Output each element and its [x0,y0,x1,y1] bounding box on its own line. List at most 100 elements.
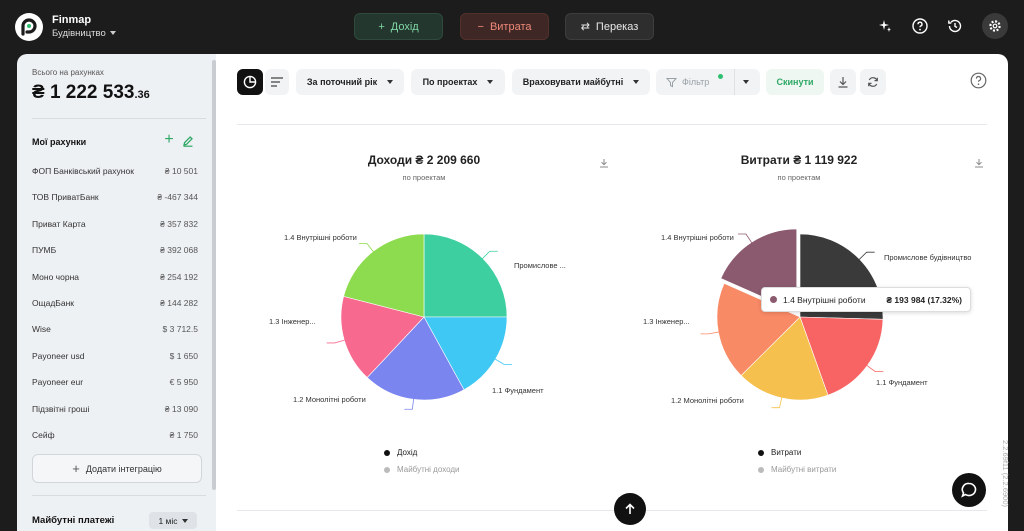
legend-label: Майбутні доходи [397,465,460,474]
divider [237,510,987,511]
account-row[interactable]: Підзвітні гроші ₴ 13 090 [32,402,198,416]
arrow-up-icon [625,503,635,514]
account-balance: ₴ 144 282 [160,298,198,308]
account-name: ФОП Банківський рахунок [32,166,134,176]
account-balance: € 5 950 [169,377,198,388]
future-period-select[interactable]: 1 міс [149,512,197,529]
settings-button[interactable] [982,13,1008,39]
legend-dot [758,449,764,456]
accounts-sidebar: Всього на рахунках ₴ 1 222 533.36 Мої ра… [17,54,216,531]
account-row[interactable]: Payoneer eur € 5 950 [32,375,198,389]
income-slice-label: 1.3 Інженер... [269,317,316,326]
expense-slice-label: 1.4 Внутрішні роботи [661,233,734,242]
legend-label: Майбутні витрати [771,465,837,474]
income-slice-label: 1.1 Фундамент [492,386,544,395]
sparkles-icon[interactable] [875,16,895,36]
accounts-title: Мої рахунки [32,137,87,147]
account-balance: ₴ 1 750 [169,430,198,440]
slice-leader-line [480,250,498,261]
add-account-icon[interactable]: + [161,132,177,148]
slice-leader-line [857,251,875,261]
slice-leader-line [493,357,513,365]
divider [32,118,206,119]
account-row[interactable]: ОщадБанк ₴ 144 282 [32,296,198,310]
workspace-name: Будівництво [52,28,106,39]
minus-icon: − [477,20,484,33]
income-slice-label: Промислове ... [514,261,566,270]
future-income-legend-item[interactable]: Майбутні доходи [384,465,460,474]
account-balance: $ 3 712.5 [162,324,198,335]
future-payments-title: Майбутні платежі [32,515,115,526]
expense-slice-label: 1.2 Монолітні роботи [671,396,744,405]
account-row[interactable]: Сейф ₴ 1 750 [32,428,198,442]
chart-tooltip: 1.4 Внутрішні роботи ₴ 193 984 (17.32%) [761,287,971,312]
plus-icon: + [378,20,385,33]
account-row[interactable]: Приват Карта ₴ 357 832 [32,217,198,231]
account-name: Payoneer usd [32,350,85,361]
history-icon[interactable] [945,16,965,36]
account-row[interactable]: ФОП Банківський рахунок ₴ 10 501 [32,164,198,178]
chat-bubble-icon [961,482,977,498]
pie-slice[interactable] [423,233,508,318]
legend-dot [384,466,390,473]
top-bar: Finmap Будівництво + Дохід − Витрата ⇄ Пере… [0,0,1024,52]
slice-leader-line [326,339,347,344]
slice-leader-line [865,364,884,373]
add-integration-button[interactable]: + Додати інтеграцію [32,454,202,483]
account-row[interactable]: Моно чорна ₴ 254 192 [32,270,198,284]
future-period-value: 1 міс [158,515,178,526]
app-version: 2.2.69f11 (2.2.6900) [1001,440,1010,507]
add-income-button[interactable]: + Дохід [354,13,443,40]
help-icon[interactable] [910,16,930,36]
scroll-to-top-button[interactable] [614,493,646,525]
account-name: Wise [32,324,51,335]
account-balance: ₴ -467 344 [157,192,198,203]
legend-label: Дохід [397,448,418,457]
account-name: Payoneer eur [32,377,84,388]
account-row[interactable]: ТОВ ПриватБанк ₴ -467 344 [32,190,198,204]
total-balance-value: ₴ 1 222 533.36 [32,82,150,104]
income-slice-label: 1.2 Монолітні роботи [293,395,366,404]
expense-slice-label: 1.1 Фундамент [876,378,928,387]
tooltip-color-dot [770,296,777,303]
add-integration-label: Додати інтеграцію [85,463,162,474]
account-balance: $ 1 650 [169,350,198,361]
expense-slice-label: 1.3 Інженер... [643,317,690,326]
total-balance-cents: .36 [134,89,150,101]
support-chat-button[interactable] [952,473,986,507]
account-balance: ₴ 392 068 [160,245,198,256]
account-name: Підзвітні гроші [32,403,90,414]
expense-legend-item[interactable]: Витрати [758,448,801,457]
account-name: Моно чорна [32,271,79,282]
account-row[interactable]: Payoneer usd $ 1 650 [32,349,198,363]
chevron-down-icon [181,518,188,523]
slice-leader-line [738,233,753,245]
account-balance: ₴ 357 832 [160,218,198,229]
plus-icon: + [72,461,80,476]
account-row[interactable]: Wise $ 3 712.5 [32,322,198,336]
account-row[interactable]: ПУМБ ₴ 392 068 [32,243,198,257]
tooltip-value: ₴ 193 984 (17.32%) [886,294,962,305]
edit-pencil-icon[interactable] [182,134,196,148]
account-name: ОщадБанк [32,298,75,308]
add-transfer-button[interactable]: ⇄ Переказ [565,13,654,40]
future-expense-legend-item[interactable]: Майбутні витрати [758,465,836,474]
legend-dot [384,449,390,456]
total-balance-label: Всього на рахунках [32,68,104,77]
add-expense-button[interactable]: − Витрата [460,13,549,40]
workspace-selector[interactable]: Будівництво [52,28,116,39]
add-expense-label: Витрата [489,20,532,33]
account-balance: ₴ 13 090 [164,403,198,414]
legend-label: Витрати [771,448,802,457]
app-name: Finmap [52,14,92,26]
expense-slice-label: Промислове будівництво [884,253,972,262]
income-slice-label: 1.4 Внутрішні роботи [284,233,357,242]
analytics-panel: За поточний рік По проектах Враховувати … [216,54,1008,531]
transfer-arrows-icon: ⇄ [580,21,590,33]
account-name: ПУМБ [32,245,57,256]
slice-leader-line [358,243,375,254]
account-name: Сейф [32,430,55,440]
account-name: ТОВ ПриватБанк [32,192,99,203]
income-legend-item[interactable]: Дохід [384,448,417,457]
finmap-logo-icon[interactable] [15,13,43,41]
